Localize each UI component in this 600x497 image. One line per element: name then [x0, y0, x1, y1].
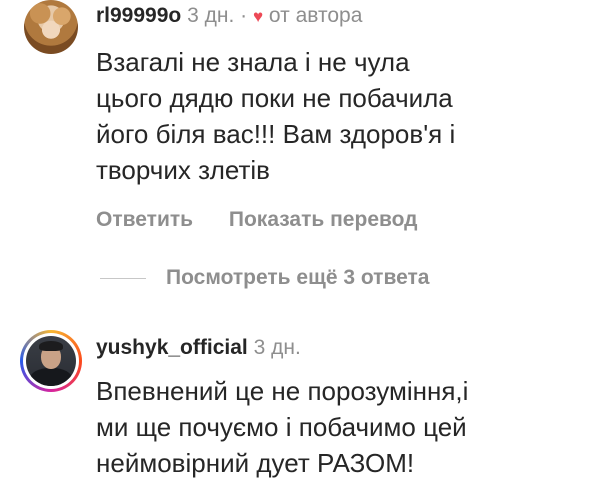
avatar-hair [39, 341, 63, 351]
comment-time: 3 дн. [253, 336, 301, 359]
show-translation-button[interactable]: Показать перевод [229, 206, 418, 234]
comment-text: Впевнений це не порозуміння,і ми ще почу… [96, 376, 469, 478]
avatar-ring-gap [23, 333, 79, 389]
avatar-body [30, 368, 72, 386]
comment-header: yushyk_official 3 дн. [96, 334, 301, 362]
divider-line [100, 277, 146, 279]
separator-dot: · [240, 4, 248, 27]
view-more-replies-label: Посмотреть ещё 3 ответа [166, 266, 430, 289]
heart-icon: ♥ [252, 7, 264, 26]
author-liked-label: от автора [268, 4, 363, 27]
comment-username[interactable]: yushyk_official [96, 336, 248, 359]
view-more-replies-button[interactable]: Посмотреть ещё 3 ответа [100, 264, 429, 292]
avatar [26, 336, 76, 386]
comment: rl99999o 3 дн. · ♥ от автора Взагалі не … [0, 0, 600, 250]
avatar-story-ring[interactable] [20, 330, 82, 392]
reply-button[interactable]: Ответить [96, 206, 193, 234]
comment-header: rl99999o 3 дн. · ♥ от автора [96, 2, 362, 31]
comment-actions: Ответить Показать перевод [96, 206, 418, 234]
avatar-photo [24, 0, 78, 54]
comment-text: Взагалі не знала і не чула цього дядю по… [96, 47, 456, 185]
comment-time: 3 дн. [187, 4, 235, 27]
comment-username[interactable]: rl99999o [96, 4, 181, 27]
avatar[interactable] [24, 0, 78, 54]
